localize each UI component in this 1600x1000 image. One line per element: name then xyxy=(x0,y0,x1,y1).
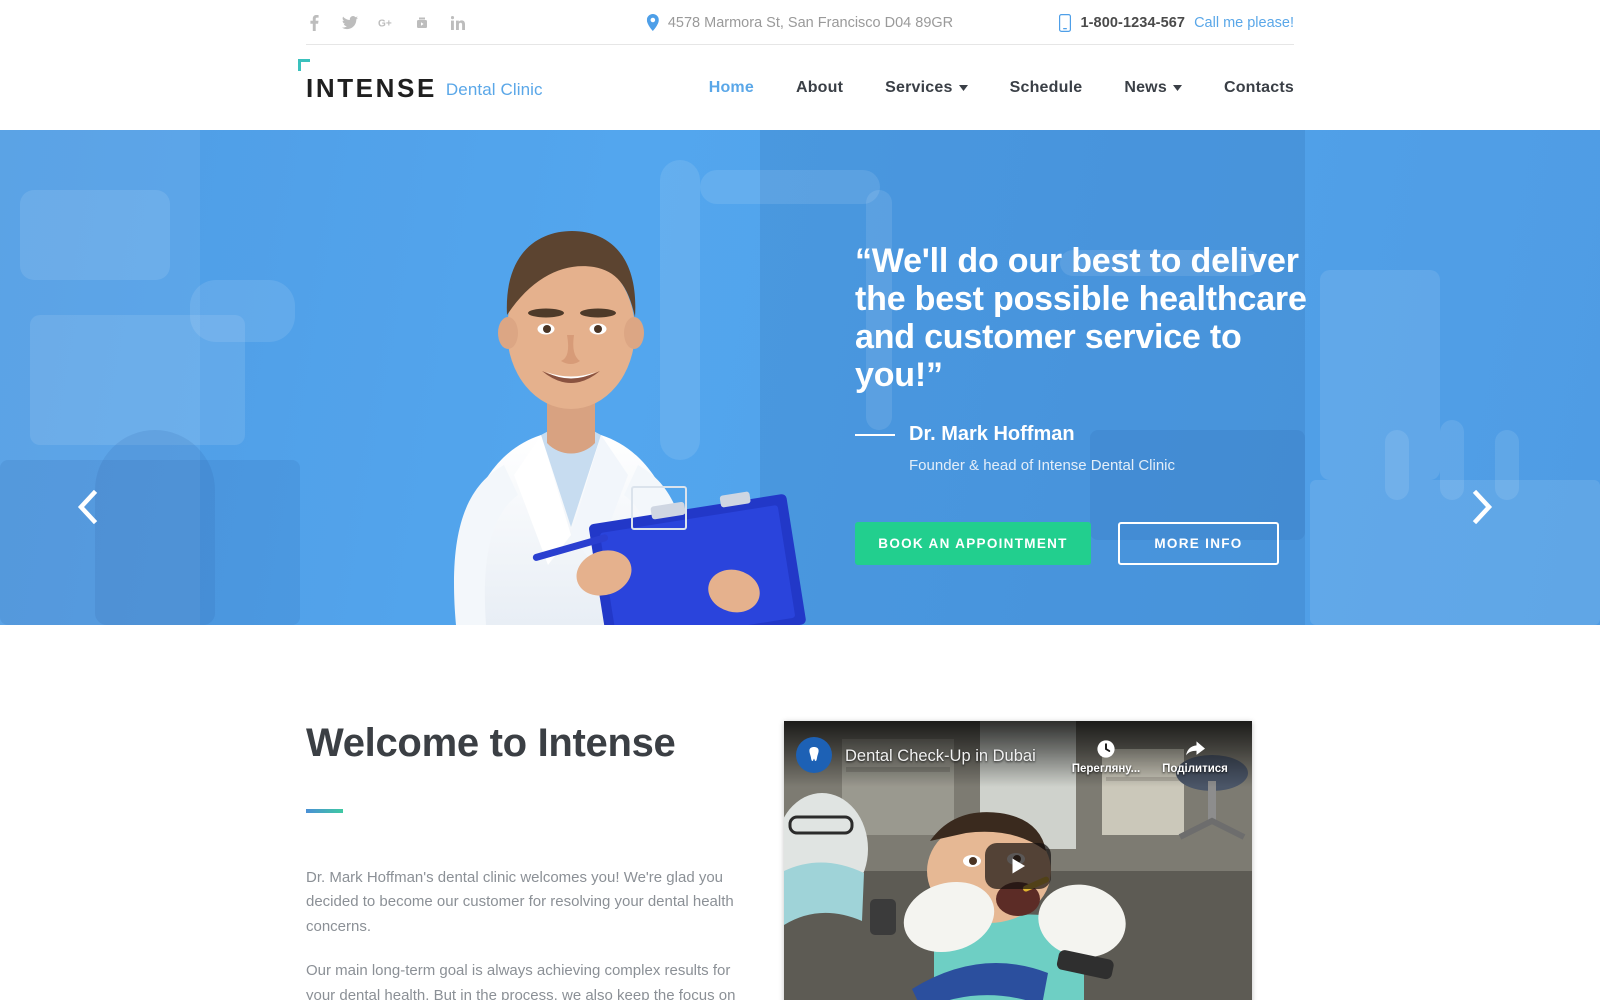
nav-item-schedule[interactable]: Schedule xyxy=(1010,79,1083,97)
clock-icon xyxy=(1097,740,1115,758)
hero-author-role: Founder & head of Intense Dental Clinic xyxy=(909,457,1175,475)
hero-author-name: Dr. Mark Hoffman xyxy=(909,423,1075,446)
nav-item-services[interactable]: Services xyxy=(885,78,968,97)
facebook-icon[interactable] xyxy=(306,14,322,31)
doctor-portrait-image xyxy=(454,231,806,625)
watch-later-label: Перегляну... xyxy=(1071,763,1141,775)
welcome-paragraph-1: Dr. Mark Hoffman's dental clinic welcome… xyxy=(306,869,734,935)
author-divider xyxy=(855,433,895,436)
address-text: 4578 Marmora St, San Francisco D04 89GR xyxy=(667,14,954,31)
chevron-down-icon xyxy=(958,84,968,91)
phone-block: 1-800-1234-567 Call me please! xyxy=(1059,13,1294,32)
video-title[interactable]: Dental Check-Up in Dubai xyxy=(845,747,1036,766)
linkedin-icon[interactable] xyxy=(450,15,466,31)
nav-label-contacts: Contacts xyxy=(1223,78,1294,96)
title-divider xyxy=(306,809,343,813)
welcome-section: Welcome to Intense Dr. Mark Hoffman's de… xyxy=(0,625,1600,1000)
logo[interactable]: INTENSE Dental Clinic xyxy=(298,58,543,103)
svg-text:G+: G+ xyxy=(378,18,392,29)
share-arrow-icon xyxy=(1186,741,1205,756)
tooth-logo-icon xyxy=(809,747,819,761)
nav-label-schedule: Schedule xyxy=(1009,78,1083,96)
play-triangle-icon xyxy=(1012,858,1025,873)
hero-author-row: Dr. Mark Hoffman xyxy=(855,423,1325,446)
nav-label-services: Services xyxy=(885,78,953,96)
hero-slider: “We'll do our best to deliver the best p… xyxy=(0,130,1600,625)
channel-avatar[interactable] xyxy=(796,737,832,773)
logo-main-text: INTENSE xyxy=(306,72,437,103)
twitter-icon[interactable] xyxy=(342,15,358,31)
hero-text-column: “We'll do our best to deliver the best p… xyxy=(855,242,1325,566)
share-button[interactable]: Поділитися xyxy=(1152,739,1238,775)
video-player[interactable]: Dental Check-Up in Dubai Перегляну... По… xyxy=(784,721,1252,1000)
hero-cta-group: BOOK AN APPOINTMENT MORE INFO xyxy=(855,522,1325,566)
nav-item-home[interactable]: Home xyxy=(709,79,754,97)
chevron-down-icon xyxy=(1172,84,1182,91)
nav-label-home: Home xyxy=(708,78,754,96)
main-navigation: Home About Services Schedule News Contac… xyxy=(709,79,1294,97)
top-bar: G+ 4578 Marmora St, San Francisco D04 89… xyxy=(0,0,1600,45)
page-title: Welcome to Intense xyxy=(306,721,676,765)
nav-label-about: About xyxy=(795,78,844,96)
social-links: G+ xyxy=(306,14,466,31)
mobile-phone-icon xyxy=(1059,13,1072,32)
welcome-paragraph-2: Our main long-term goal is always achiev… xyxy=(306,962,736,1000)
call-me-link[interactable]: Call me please! xyxy=(1194,15,1294,31)
play-button[interactable] xyxy=(985,842,1051,889)
nav-item-about[interactable]: About xyxy=(796,79,843,97)
nav-item-news[interactable]: News xyxy=(1124,79,1182,97)
location-pin-icon xyxy=(646,14,659,31)
chevron-right-icon xyxy=(1472,490,1493,524)
nav-label-news: News xyxy=(1124,78,1167,96)
logo-corner-icon xyxy=(298,58,310,71)
logo-sub-text: Dental Clinic xyxy=(445,80,543,100)
site-header: INTENSE Dental Clinic Home About Service… xyxy=(0,45,1600,130)
watch-later-button[interactable]: Перегляну... xyxy=(1066,739,1146,775)
hero-quote: “We'll do our best to deliver the best p… xyxy=(855,242,1307,395)
slider-next-button[interactable] xyxy=(1462,486,1504,528)
phone-number[interactable]: 1-800-1234-567 xyxy=(1080,15,1185,31)
address-block: 4578 Marmora St, San Francisco D04 89GR xyxy=(646,14,954,31)
welcome-text-column: Welcome to Intense Dr. Mark Hoffman's de… xyxy=(306,721,742,1000)
chevron-left-icon xyxy=(77,490,98,524)
more-info-button[interactable]: MORE INFO xyxy=(1118,522,1279,566)
slider-prev-button[interactable] xyxy=(66,486,108,528)
share-label: Поділитися xyxy=(1162,763,1228,775)
book-appointment-button[interactable]: BOOK AN APPOINTMENT xyxy=(855,522,1091,566)
google-plus-icon[interactable]: G+ xyxy=(378,15,394,31)
youtube-icon[interactable] xyxy=(414,15,430,31)
nav-item-contacts[interactable]: Contacts xyxy=(1224,79,1294,97)
